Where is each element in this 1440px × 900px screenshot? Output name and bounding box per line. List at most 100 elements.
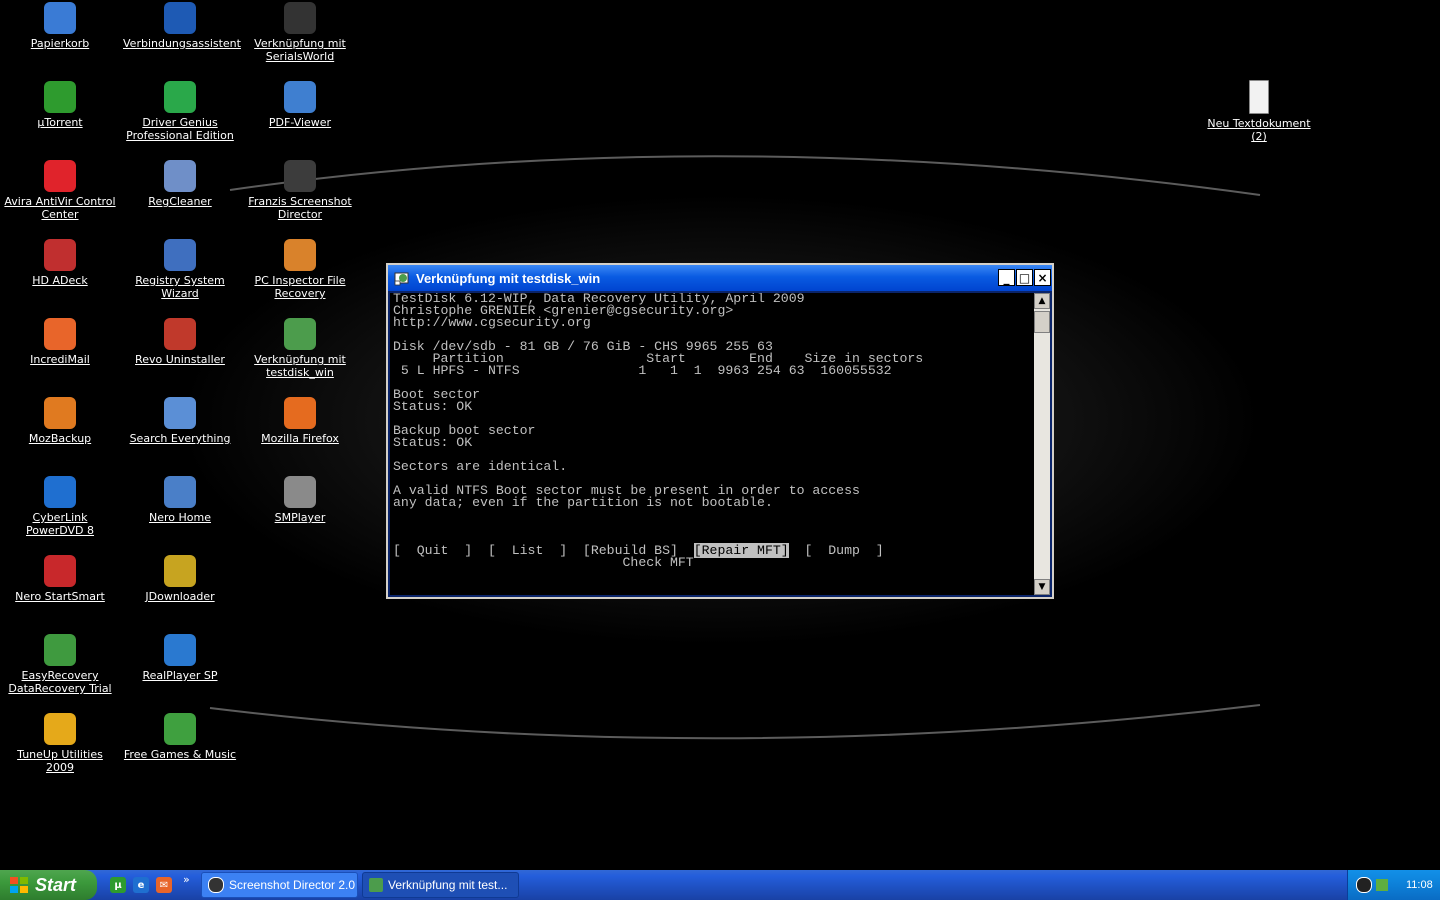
tuneup-icon <box>44 713 76 745</box>
desktop-icon-firefox[interactable]: Mozilla Firefox <box>241 397 359 445</box>
desktop-icon-label: Nero Home <box>149 511 211 524</box>
desktop-icon-utorrent[interactable]: µTorrent <box>1 81 119 129</box>
scroll-down-icon[interactable]: ▼ <box>1034 579 1050 595</box>
menu-selected-repair-mft[interactable]: [Repair MFT] <box>693 543 789 558</box>
incredimail-quicklaunch-icon[interactable]: ✉ <box>156 877 172 893</box>
desktop-icon-text-document[interactable]: Neu Textdokument (2) <box>1200 80 1318 143</box>
minimize-button[interactable]: _ <box>998 269 1015 286</box>
close-button[interactable]: × <box>1034 269 1051 286</box>
mozbackup-icon <box>44 397 76 429</box>
desktop-icon-registry-wizard[interactable]: Registry System Wizard <box>121 239 239 300</box>
desktop-icon-label: CyberLink PowerDVD 8 <box>25 511 95 537</box>
desktop-icon-driver-genius[interactable]: Driver Genius Professional Edition <box>121 81 239 142</box>
network-tray-icon[interactable] <box>1376 879 1388 891</box>
desktop-icon-label: Verknüpfung mit SerialsWorld <box>254 37 346 63</box>
menu-options-dump[interactable]: [ Dump ] <box>789 543 884 558</box>
desktop-icon-label: Neu Textdokument (2) <box>1207 117 1311 143</box>
driver-genius-icon <box>164 81 196 113</box>
desktop-icon-testdisk[interactable]: Verknüpfung mit testdisk_win <box>241 318 359 379</box>
desktop-icon-label: Driver Genius Professional Edition <box>126 116 234 142</box>
desktop-icon-search-everything[interactable]: Search Everything <box>121 397 239 445</box>
desktop-icon-powerdvd[interactable]: CyberLink PowerDVD 8 <box>1 476 119 537</box>
testdisk-icon <box>284 318 316 350</box>
desktop-icon-avira[interactable]: Avira AntiVir Control Center <box>1 160 119 221</box>
utorrent-quicklaunch-icon[interactable]: µ <box>110 877 126 893</box>
desktop-icon-label: HD ADeck <box>32 274 88 287</box>
regcleaner-icon <box>164 160 196 192</box>
maximize-button[interactable]: □ <box>1016 269 1033 286</box>
desktop-icon-realplayer[interactable]: RealPlayer SP <box>121 634 239 682</box>
file-recovery-icon <box>284 239 316 271</box>
window-title: Verknüpfung mit testdisk_win <box>416 270 601 286</box>
vertical-scrollbar[interactable]: ▲ ▼ <box>1034 293 1050 595</box>
desktop-icon-file-recovery[interactable]: PC Inspector File Recovery <box>241 239 359 300</box>
desktop-icon-incredimail[interactable]: IncrediMail <box>1 318 119 366</box>
desktop-icon-label: Verknüpfung mit testdisk_win <box>254 353 346 379</box>
clock[interactable]: 11:08 <box>1406 879 1433 891</box>
desktop-icon-label: PC Inspector File Recovery <box>254 274 346 300</box>
task-testdisk[interactable]: Verknüpfung mit test... <box>362 872 519 898</box>
desktop-icon-hd-adeck[interactable]: HD ADeck <box>1 239 119 287</box>
powerdvd-icon <box>44 476 76 508</box>
desktop-icon-label: Papierkorb <box>30 37 90 50</box>
hd-adeck-icon <box>44 239 76 271</box>
console-output[interactable]: TestDisk 6.12-WIP, Data Recovery Utility… <box>390 293 1034 595</box>
desktop-icon-label: Mozilla Firefox <box>261 432 339 445</box>
desktop-icon-smplayer[interactable]: SMPlayer <box>241 476 359 524</box>
realplayer-icon <box>164 634 196 666</box>
desktop-icon-free-games[interactable]: Free Games & Music <box>121 713 239 761</box>
maximize-icon: □ <box>1018 270 1031 285</box>
close-icon: × <box>1037 270 1048 285</box>
desktop-icon-serialsworld[interactable]: Verknüpfung mit SerialsWorld <box>241 2 359 63</box>
minimize-icon: _ <box>1003 270 1010 285</box>
desktop-icon-jdownloader[interactable]: JDownloader <box>121 555 239 603</box>
desktop-icon-label: Revo Uninstaller <box>135 353 225 366</box>
desktop-icon-easyrecovery[interactable]: EasyRecovery DataRecovery Trial <box>1 634 119 695</box>
desktop-icon-label: Search Everything <box>129 432 231 445</box>
desktop-icon-recycle-bin[interactable]: Papierkorb <box>1 2 119 50</box>
desktop-icon-mozbackup[interactable]: MozBackup <box>1 397 119 445</box>
desktop-icon-nero-startsmart[interactable]: Nero StartSmart <box>1 555 119 603</box>
jdownloader-icon <box>164 555 196 587</box>
desktop-icon-nero-home[interactable]: Nero Home <box>121 476 239 524</box>
text-document-icon <box>1249 80 1269 114</box>
window-titlebar[interactable]: Verknüpfung mit testdisk_win _ □ × <box>388 265 1052 291</box>
serialsworld-icon <box>284 2 316 34</box>
ie-quicklaunch-icon[interactable]: e <box>133 877 149 893</box>
desktop-icon-tuneup[interactable]: TuneUp Utilities 2009 <box>1 713 119 774</box>
start-label: Start <box>35 874 77 895</box>
task-label-testdisk: Verknüpfung mit test... <box>388 878 508 892</box>
desktop-icon-label: Avira AntiVir Control Center <box>4 195 116 221</box>
recycle-bin-icon <box>44 2 76 34</box>
start-button[interactable]: Start <box>0 870 97 900</box>
desktop-icon-regcleaner[interactable]: RegCleaner <box>121 160 239 208</box>
avira-icon <box>44 160 76 192</box>
desktop-icon-label: RegCleaner <box>148 195 212 208</box>
testdisk-window[interactable]: Verknüpfung mit testdisk_win _ □ × TestD… <box>386 263 1054 599</box>
screenshot-director-tray-icon[interactable] <box>1356 877 1372 893</box>
screenshot-director-task-icon <box>208 877 224 893</box>
desktop-icon-label: Verbindungsassistent <box>123 37 241 50</box>
desktop-icon-label: TuneUp Utilities 2009 <box>17 748 103 774</box>
task-screenshot-director[interactable]: Screenshot Director 2.0 <box>201 872 358 898</box>
console-text: TestDisk 6.12-WIP, Data Recovery Utility… <box>393 293 924 510</box>
desktop-icon-label: µTorrent <box>37 116 83 129</box>
scroll-thumb[interactable] <box>1034 311 1050 333</box>
quicklaunch-overflow-icon[interactable]: » <box>183 873 190 886</box>
desktop-icon-label: JDownloader <box>145 590 215 603</box>
desktop-icon-revo-uninstaller[interactable]: Revo Uninstaller <box>121 318 239 366</box>
desktop-icon-label: MozBackup <box>28 432 92 445</box>
desktop-icon-label: Free Games & Music <box>123 748 237 761</box>
system-tray: 11:08 <box>1347 870 1440 900</box>
desktop-icon-label: Nero StartSmart <box>15 590 105 603</box>
task-label-screenshot-director: Screenshot Director 2.0 <box>229 878 356 892</box>
desktop-icon-pdf-viewer[interactable]: PDF-Viewer <box>241 81 359 129</box>
desktop-icon-label: RealPlayer SP <box>142 669 218 682</box>
desktop-icon-connection-wizard[interactable]: Verbindungsassistent <box>121 2 241 50</box>
scroll-up-icon[interactable]: ▲ <box>1034 293 1050 309</box>
firefox-icon <box>284 397 316 429</box>
desktop-icon-label: SMPlayer <box>274 511 326 524</box>
desktop-icon-screenshot-director[interactable]: Franzis Screenshot Director <box>241 160 359 221</box>
nero-startsmart-icon <box>44 555 76 587</box>
registry-wizard-icon <box>164 239 196 271</box>
